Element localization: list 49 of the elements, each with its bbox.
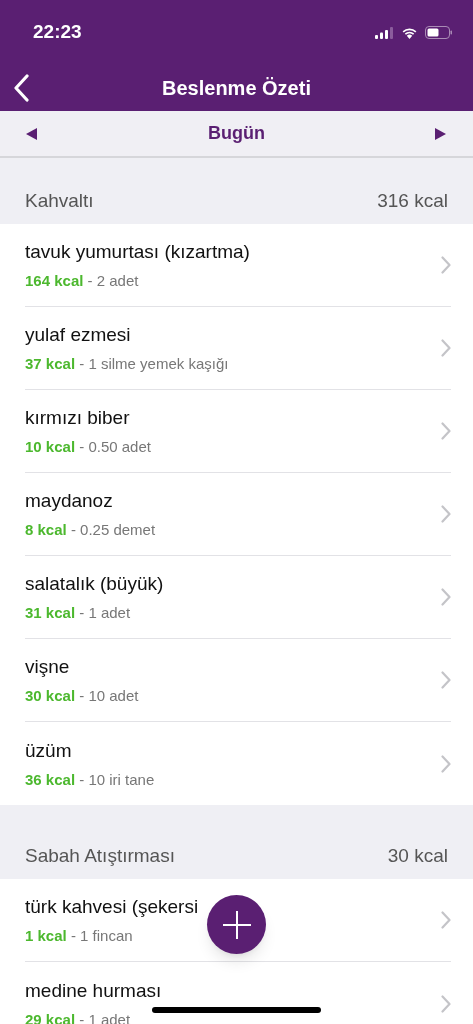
- food-name: medine hurması: [25, 979, 162, 1002]
- battery-icon: [425, 26, 453, 39]
- food-name: üzüm: [25, 739, 73, 762]
- food-name: kırmızı biber: [25, 407, 131, 429]
- meal-title: Kahvaltı: [25, 189, 94, 214]
- back-icon: [13, 74, 29, 102]
- status-time: 22:23: [33, 20, 82, 45]
- triangle-left-icon: [26, 127, 37, 140]
- food-name: türk kahvesi (şekersi: [25, 896, 199, 918]
- food-name: maydanoz: [25, 490, 114, 512]
- triangle-right-icon: [435, 127, 446, 140]
- meal-total: 316 kcal: [377, 189, 448, 214]
- food-name: vişne: [25, 656, 71, 678]
- food-detail: 36 kcal - 10 iri tane: [25, 770, 155, 788]
- food-row[interactable]: medine hurması 29 kcal - 1 adet: [0, 962, 473, 1024]
- chevron-right-icon: [441, 505, 451, 523]
- food-detail: 8 kcal - 0.25 demet: [25, 521, 156, 538]
- food-row[interactable]: maydanoz 8 kcal - 0.25 demet: [0, 473, 473, 556]
- chevron-right-icon: [441, 754, 451, 773]
- chevron-right-icon: [441, 256, 451, 274]
- food-row[interactable]: kırmızı biber 10 kcal - 0.50 adet: [0, 390, 473, 473]
- food-row[interactable]: tavuk yumurtası (kızartma) 164 kcal - 2 adet: [0, 224, 473, 307]
- plus-icon: [221, 909, 252, 940]
- food-row[interactable]: salatalık (büyük) 31 kcal - 1 adet: [0, 556, 473, 639]
- meal-total: 30 kcal: [387, 844, 448, 869]
- food-name: yulaf ezmesi: [25, 324, 132, 346]
- date-label: Bugün: [208, 122, 265, 145]
- food-detail: 29 kcal - 1 adet: [25, 1010, 132, 1024]
- food-detail: 164 kcal - 2 adet: [25, 272, 140, 289]
- food-row[interactable]: yulaf ezmesi 37 kcal - 1 silme yemek kaşığı: [0, 307, 473, 390]
- food-row[interactable]: vişne 30 kcal - 10 adet: [0, 639, 473, 722]
- screen-title: Beslenme Özeti: [162, 76, 311, 101]
- food-name: salatalık (büyük): [25, 573, 164, 595]
- chevron-right-icon: [441, 911, 451, 929]
- chevron-right-icon: [441, 339, 451, 357]
- meal-title: Sabah Atıştırması: [25, 844, 175, 869]
- wifi-icon: [401, 26, 418, 39]
- signal-icon: [375, 26, 394, 39]
- food-detail: 31 kcal - 1 adet: [25, 604, 132, 621]
- food-detail: 30 kcal - 10 adet: [25, 687, 139, 704]
- food-detail: 10 kcal - 0.50 adet: [25, 438, 151, 455]
- food-row[interactable]: üzüm 36 kcal - 10 iri tane: [0, 722, 473, 805]
- chevron-right-icon: [441, 588, 451, 606]
- food-detail: 1 kcal - 1 fincan: [25, 927, 134, 944]
- chevron-right-icon: [441, 671, 451, 689]
- food-detail: 37 kcal - 1 silme yemek kaşığı: [25, 355, 229, 372]
- chevron-right-icon: [441, 422, 451, 440]
- food-name: tavuk yumurtası (kızartma): [25, 241, 250, 263]
- chevron-right-icon: [441, 994, 451, 1013]
